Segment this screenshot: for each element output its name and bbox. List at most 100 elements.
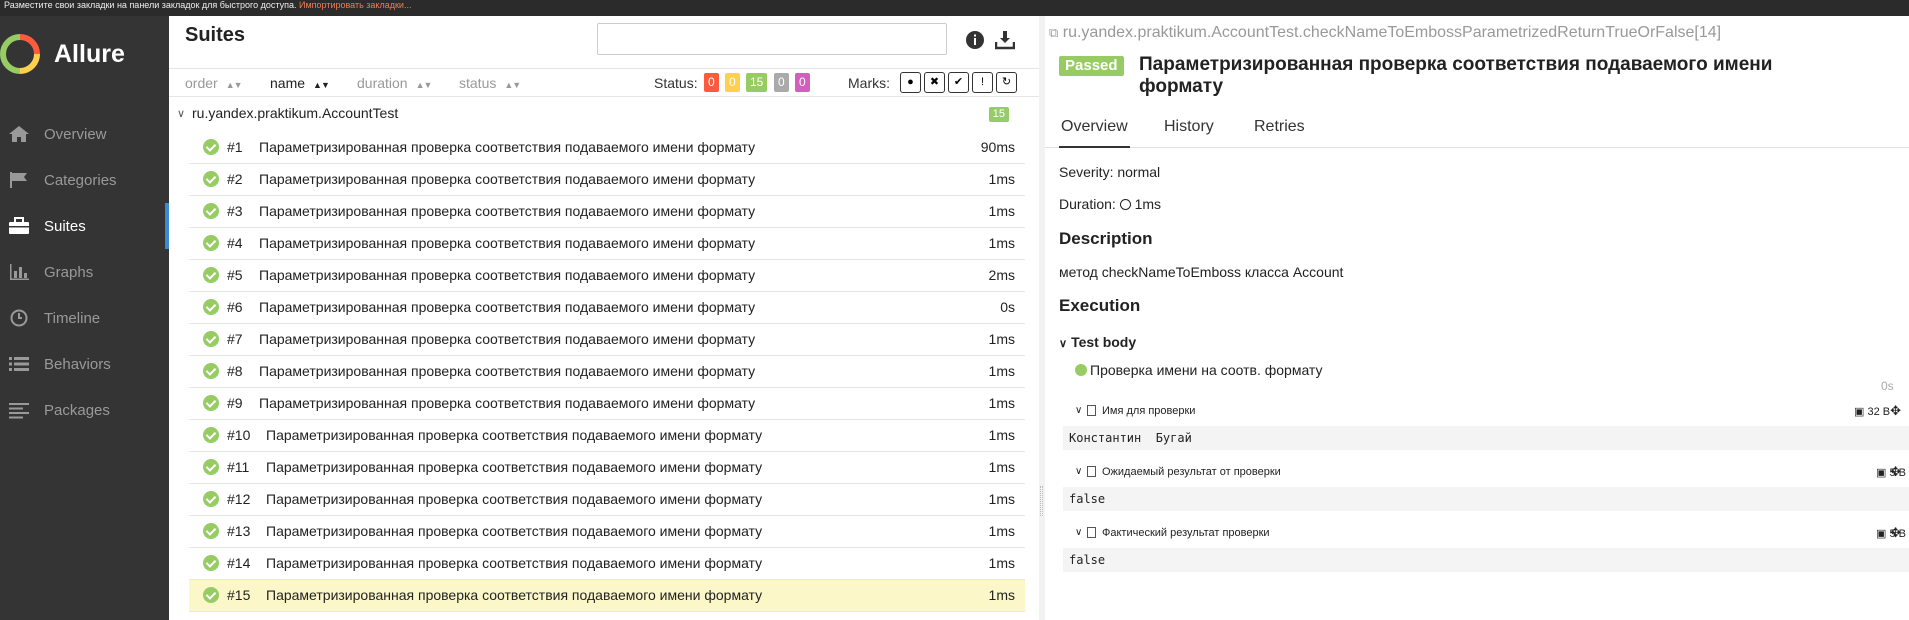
sidebar-item-packages[interactable]: Packages — [0, 387, 169, 433]
table-row[interactable]: #10 Параметризированная проверка соответс… — [189, 420, 1025, 452]
expand-icon[interactable]: ✥ — [1890, 403, 1901, 419]
passed-status-icon — [203, 587, 219, 603]
test-duration: 2ms — [988, 267, 1015, 283]
table-row[interactable]: #7 Параметризированная проверка соответст… — [189, 324, 1025, 356]
download-icon[interactable] — [995, 30, 1015, 50]
attachment-row[interactable]: ∨ Фактический результат проверки ▣ 5 B ✥ — [1075, 524, 1909, 546]
attachment-label: Фактический результат проверки — [1102, 527, 1270, 539]
test-title: Параметризированная проверка соответстви… — [259, 203, 756, 219]
test-number: #10 — [227, 427, 251, 443]
tab-retries[interactable]: Retries — [1252, 118, 1307, 148]
sort-duration[interactable]: duration ▲▼ — [357, 75, 433, 91]
page-title: Параметризированная проверка соответстви… — [1139, 54, 1773, 97]
new-broken-mark-icon[interactable]: ! — [972, 72, 993, 93]
table-row[interactable]: #13 Параметризированная проверка соответс… — [189, 516, 1025, 548]
duration-value: 1ms — [1134, 196, 1162, 212]
test-number: #2 — [227, 171, 243, 187]
expand-icon[interactable]: ✥ — [1890, 464, 1901, 480]
save-icon: ▣ — [1876, 467, 1887, 479]
test-title: Параметризированная проверка соответстви… — [266, 587, 763, 603]
passed-status-icon — [203, 267, 219, 283]
step-row[interactable]: Проверка имени на соотв. формату — [1075, 362, 1323, 378]
test-number: #15 — [227, 587, 251, 603]
import-bookmarks-link[interactable]: Импортировать закладки... — [299, 0, 411, 10]
sidebar-item-timeline[interactable]: Timeline — [0, 295, 169, 341]
attachment-row[interactable]: ∨ Имя для проверки ▣ 32 B ✥ — [1075, 402, 1909, 424]
sort-name[interactable]: name ▲▼ — [270, 75, 330, 91]
sidebar-item-label: Packages — [44, 401, 110, 419]
table-row[interactable]: #12 Параметризированная проверка соответс… — [189, 484, 1025, 516]
status-unknown-toggle[interactable]: 0 — [795, 73, 810, 92]
column-label: order — [185, 75, 218, 91]
table-row[interactable]: #2 Параметризированная проверка соответст… — [189, 164, 1025, 196]
tab-overview[interactable]: Overview — [1059, 118, 1130, 148]
flaky-mark-icon[interactable]: ● — [900, 72, 921, 93]
test-title: Параметризированная проверка соответстви… — [266, 491, 763, 507]
expand-icon[interactable]: ✥ — [1890, 525, 1901, 541]
table-row[interactable]: #9 Параметризированная проверка соответст… — [189, 388, 1025, 420]
suite-group-header[interactable]: ∨ ru.yandex.praktikum.AccountTest 15 — [177, 102, 1025, 129]
test-number: #12 — [227, 491, 251, 507]
sort-order[interactable]: order ▲▼ — [185, 75, 243, 91]
sidebar-item-categories[interactable]: Categories — [0, 157, 169, 203]
breadcrumb[interactable]: ⧉ ru.yandex.praktikum.AccountTest.checkN… — [1049, 24, 1721, 42]
info-icon[interactable] — [965, 30, 985, 50]
test-duration: 1ms — [988, 203, 1015, 219]
search-input[interactable] — [597, 23, 947, 55]
table-row[interactable]: #4 Параметризированная проверка соответст… — [189, 228, 1025, 260]
table-row[interactable]: #11 Параметризированная проверка соответс… — [189, 452, 1025, 484]
test-number: #13 — [227, 523, 251, 539]
test-title: Параметризированная проверка соответстви… — [266, 555, 763, 571]
attachment-row[interactable]: ∨ Ожидаемый результат от проверки ▣ 5 B … — [1075, 463, 1909, 485]
status-broken-toggle[interactable]: 0 — [725, 73, 740, 92]
test-title: Параметризированная проверка соответстви… — [259, 395, 756, 411]
test-title: Параметризированная проверка соответстви… — [266, 459, 763, 475]
retries-mark-icon[interactable]: ↻ — [996, 72, 1017, 93]
column-label: duration — [357, 75, 408, 91]
test-number: #9 — [227, 395, 243, 411]
sort-status[interactable]: status ▲▼ — [459, 75, 521, 91]
status-filter-label: Status: — [654, 75, 698, 91]
table-row[interactable]: #5 Параметризированная проверка соответст… — [189, 260, 1025, 292]
sidebar-item-suites[interactable]: Suites — [0, 203, 169, 249]
table-row[interactable]: #1 Параметризированная проверка соответст… — [189, 132, 1025, 164]
sort-icon: ▲▼ — [225, 80, 243, 90]
sidebar-item-behaviors[interactable]: Behaviors — [0, 341, 169, 387]
chevron-down-icon: ∨ — [1075, 466, 1083, 477]
passed-status-icon — [203, 363, 219, 379]
table-row[interactable]: #6 Параметризированная проверка соответст… — [189, 292, 1025, 324]
clock-icon — [1119, 199, 1131, 210]
detail-tabs: Overview History Retries — [1045, 116, 1909, 148]
passed-status-icon — [203, 491, 219, 507]
new-passed-mark-icon[interactable]: ✔ — [948, 72, 969, 93]
sidebar-item-graphs[interactable]: Graphs — [0, 249, 169, 295]
passed-status-icon — [203, 299, 219, 315]
step-duration: 0s — [1881, 379, 1894, 393]
description-heading: Description — [1059, 229, 1153, 248]
test-body-stage[interactable]: ∨ Test body — [1059, 334, 1136, 350]
passed-status-icon — [203, 555, 219, 571]
copy-icon[interactable]: ⧉ — [1049, 25, 1058, 40]
table-row[interactable]: #14 Параметризированная проверка соответс… — [189, 548, 1025, 580]
sort-icon: ▲▼ — [415, 80, 433, 90]
passed-status-icon — [203, 427, 219, 443]
table-row[interactable]: #15 Параметризированная проверка соответс… — [189, 580, 1025, 612]
test-number: #4 — [227, 235, 243, 251]
status-skipped-toggle[interactable]: 0 — [774, 73, 789, 92]
app-logo[interactable]: Allure — [0, 34, 169, 74]
sidebar-item-overview[interactable]: Overview — [0, 111, 169, 157]
test-number: #11 — [227, 459, 250, 475]
table-row[interactable]: #8 Параметризированная проверка соответст… — [189, 356, 1025, 388]
chevron-down-icon: ∨ — [1059, 338, 1068, 350]
app-name: Allure — [54, 40, 125, 68]
sort-icon: ▲▼ — [504, 80, 521, 90]
table-row[interactable]: #3 Параметризированная проверка соответст… — [189, 196, 1025, 228]
test-duration: 1ms — [988, 171, 1015, 187]
test-title: Параметризированная проверка соответстви… — [266, 427, 763, 443]
test-number: #6 — [227, 299, 243, 315]
attachment-content: Константин Бугай — [1063, 426, 1909, 450]
new-failed-mark-icon[interactable]: ✖ — [924, 72, 945, 93]
status-passed-toggle[interactable]: 15 — [746, 73, 768, 92]
status-failed-toggle[interactable]: 0 — [704, 73, 719, 92]
tab-history[interactable]: History — [1162, 118, 1216, 148]
